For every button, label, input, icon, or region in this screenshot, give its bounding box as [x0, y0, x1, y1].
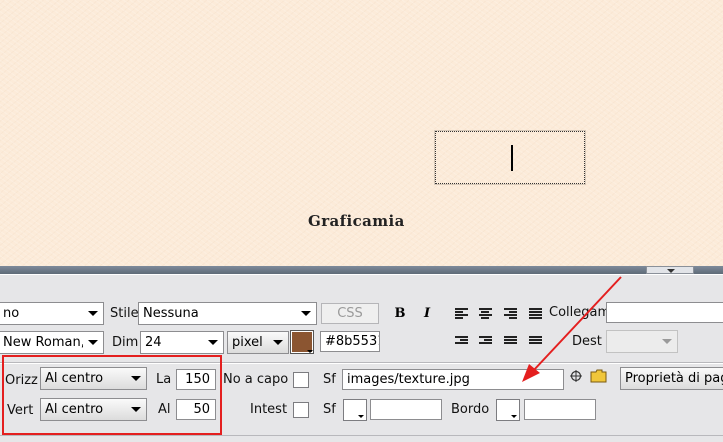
unordered-list-icon[interactable]	[504, 336, 517, 348]
table-cell[interactable]	[434, 130, 586, 185]
chevron-down-icon	[296, 303, 316, 324]
canvas-text: Graficamia	[308, 212, 405, 230]
nowrap-checkbox[interactable]	[293, 372, 309, 388]
chevron-down-icon	[667, 269, 675, 273]
bgcolor-label: Sf	[323, 402, 336, 417]
folder-icon[interactable]	[590, 369, 608, 383]
indent-icon[interactable]	[479, 336, 492, 348]
design-canvas[interactable]: Graficamia	[0, 0, 723, 266]
text-cursor	[511, 145, 513, 171]
bold-button[interactable]: B	[392, 306, 408, 322]
size-select[interactable]: 24	[140, 331, 224, 354]
ordered-list-icon[interactable]	[529, 336, 542, 348]
font-select[interactable]: New Roman,	[0, 331, 104, 354]
highlight-box	[2, 355, 222, 435]
header-label: Intest	[250, 402, 288, 417]
link-input[interactable]	[606, 302, 723, 323]
chevron-down-icon	[268, 332, 288, 353]
target-select[interactable]	[606, 330, 678, 353]
style-label: Stile	[110, 306, 139, 321]
align-right-icon[interactable]	[504, 308, 517, 320]
page-properties-label: Proprietà di pagina	[625, 371, 723, 386]
header-checkbox[interactable]	[293, 402, 309, 418]
chevron-down-icon	[83, 303, 103, 324]
bg-image-input[interactable]: images/texture.jpg	[342, 369, 564, 390]
panel-splitter[interactable]	[0, 266, 723, 274]
bottom-divider	[0, 435, 723, 436]
point-to-file-icon[interactable]	[569, 369, 583, 383]
outdent-icon[interactable]	[455, 336, 468, 348]
chevron-down-icon	[203, 332, 223, 353]
bgcolor-input[interactable]	[370, 399, 442, 420]
css-button[interactable]: CSS	[321, 303, 379, 324]
size-label: Dim	[112, 335, 139, 350]
align-justify-icon[interactable]	[529, 308, 542, 320]
chevron-down-icon	[83, 332, 103, 353]
chevron-down-icon	[511, 415, 517, 418]
link-label: Collegam	[549, 305, 611, 320]
chevron-down-icon	[657, 331, 677, 352]
nowrap-label: No a capo	[223, 372, 289, 387]
align-left-icon[interactable]	[455, 308, 468, 320]
style-select[interactable]: Nessuna	[138, 302, 317, 325]
format-value: no	[3, 306, 20, 321]
size-value: 24	[145, 335, 162, 350]
chevron-down-icon	[307, 350, 313, 353]
format-select[interactable]: no	[0, 302, 104, 325]
style-value: Nessuna	[143, 306, 199, 321]
unit-select[interactable]: pixel	[227, 331, 289, 354]
italic-button[interactable]: I	[419, 306, 435, 322]
color-fill	[292, 332, 312, 352]
align-center-icon[interactable]	[479, 308, 492, 320]
color-hex-input[interactable]: #8b5531	[320, 331, 380, 352]
border-color-input[interactable]	[524, 399, 596, 420]
text-color-swatch[interactable]	[290, 330, 314, 354]
chevron-down-icon	[358, 415, 364, 418]
bg-image-label: Sf	[323, 372, 336, 387]
border-label: Bordo	[451, 402, 490, 417]
border-color-swatch[interactable]	[496, 399, 520, 421]
page-properties-button[interactable]: Proprietà di pagina	[620, 367, 723, 390]
collapse-handle[interactable]	[646, 266, 694, 274]
target-label: Dest	[572, 334, 602, 349]
bgcolor-swatch[interactable]	[343, 399, 367, 421]
font-value: New Roman,	[3, 335, 85, 350]
unit-value: pixel	[232, 335, 263, 350]
